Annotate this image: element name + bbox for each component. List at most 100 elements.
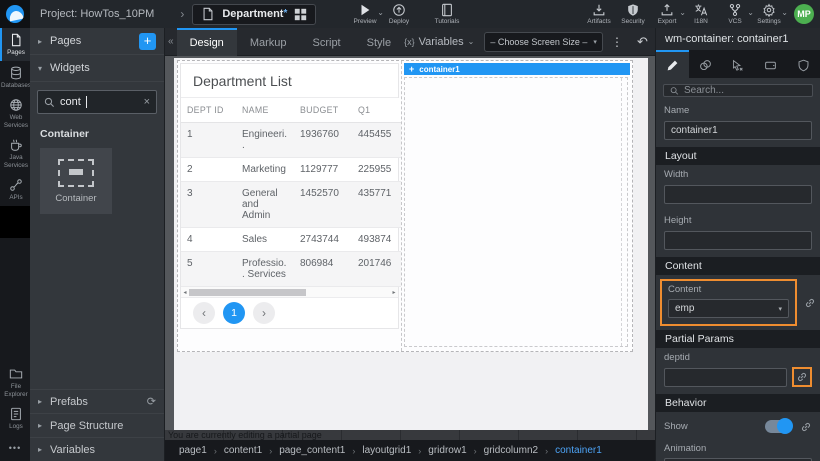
clear-search-icon[interactable]: × [144,96,150,108]
table-row[interactable]: 3 General and Admin 1452570 435771 [181,182,401,228]
settings-button[interactable]: Settings ⌄ [752,0,786,28]
play-icon [358,3,372,17]
rail-more-button[interactable]: ••• [0,435,30,461]
selected-container-header[interactable]: + container1 [404,63,630,75]
rail-item-pages[interactable]: Pages [0,28,30,61]
cell: 2 [181,158,236,182]
page-selector[interactable]: Department* [192,4,316,25]
col-header[interactable]: DEPT ID [181,98,236,123]
table-row[interactable]: 5 Professio.. Services 806984 201746 [181,252,401,287]
breadcrumb-separator: › [474,446,477,456]
cell: Marketing [236,158,294,182]
height-input[interactable] [664,231,812,250]
variables-menu-button[interactable]: {x} Variables ⌄ [404,36,474,48]
breadcrumb-item-page1[interactable]: page1 [179,445,207,456]
show-bind-link-icon[interactable] [800,421,812,433]
tab-markup[interactable]: Markup [237,28,300,56]
widget-search-input[interactable]: cont × [37,90,157,114]
cell: Engineeri.. [236,123,294,158]
name-input[interactable] [664,121,812,140]
properties-search-input[interactable] [684,85,806,96]
rail-item-file-explorer[interactable]: File Explorer [0,362,30,402]
move-handle-icon[interactable]: + [409,64,414,74]
cell: 3 [181,182,236,228]
collapse-left-panel-button[interactable]: « [165,36,177,47]
user-avatar[interactable]: MP [794,4,814,24]
deploy-button[interactable]: Deploy [382,0,416,28]
table-row[interactable]: 1 Engineeri.. 1936760 445455 [181,123,401,158]
i18n-button[interactable]: I18N [684,0,718,28]
pages-section-header[interactable]: ▸ Pages + [30,28,164,55]
tab-styles[interactable] [689,50,722,78]
section-content[interactable]: Content [656,257,820,275]
tab-design[interactable]: Design [177,28,237,56]
page-structure-section-header[interactable]: ▸ Page Structure [30,413,164,437]
layout-grid-row[interactable]: Department List DEPT ID NAME BUDGET [177,60,633,352]
rail-item-web-services[interactable]: Web Services [0,93,30,133]
content-select[interactable]: emp ▾ [668,299,789,318]
grid-column-1[interactable]: Department List DEPT ID NAME BUDGET [178,61,402,351]
deptid-bind-link-icon[interactable] [796,371,808,383]
section-layout[interactable]: Layout [656,147,820,165]
variables-section-header[interactable]: ▸ Variables [30,437,164,461]
more-options-button[interactable]: ⋮ [603,35,631,49]
rail-item-apis[interactable]: APIs [0,173,30,206]
deptid-input[interactable] [664,368,787,387]
content-bind-link-icon[interactable] [804,297,816,309]
department-table-widget[interactable]: Department List DEPT ID NAME BUDGET [180,63,399,329]
col-header[interactable]: NAME [236,98,294,123]
add-page-button[interactable]: + [139,33,156,50]
preview-button[interactable]: Preview ⌄ [348,0,382,28]
book-icon [440,3,454,17]
widgets-section-header[interactable]: ▾ Widgets [30,55,164,82]
pagination-prev-button[interactable]: ‹ [193,302,215,324]
breadcrumb-item-gridcolumn2[interactable]: gridcolumn2 [484,445,538,456]
tab-properties[interactable] [656,50,689,78]
export-button[interactable]: Export ⌄ [650,0,684,28]
tab-style[interactable]: Style [354,28,404,56]
tab-security[interactable] [787,50,820,78]
partial-page[interactable]: Department List DEPT ID NAME BUDGET [174,58,648,430]
tab-events[interactable] [722,50,755,78]
tab-devices[interactable] [754,50,787,78]
scroll-left-icon[interactable]: ◂ [181,289,189,296]
artifacts-button[interactable]: Artifacts [582,0,616,28]
undo-button[interactable]: ↶ [631,34,654,50]
vcs-button[interactable]: VCS ⌄ [718,0,752,28]
table-row[interactable]: 2 Marketing 1129777 225955 [181,158,401,182]
scrollbar-thumb[interactable] [189,289,306,296]
pagination-next-button[interactable]: › [253,302,275,324]
rail-item-databases[interactable]: Databases [0,61,30,94]
pages-grid-icon[interactable] [294,8,307,21]
properties-search[interactable] [663,84,813,97]
col-header[interactable]: Q1 [352,98,401,123]
screen-size-select[interactable]: – Choose Screen Size – ▾ [484,32,603,52]
show-toggle[interactable] [765,420,792,433]
brand-logo[interactable] [0,0,30,28]
grid-column-2[interactable]: + container1 [402,61,632,351]
section-partial-params[interactable]: Partial Params [656,330,820,348]
width-input[interactable] [664,185,812,204]
security-button[interactable]: Security [616,0,650,28]
col-header[interactable]: BUDGET [294,98,352,123]
shield-icon [626,3,640,17]
rail-item-java-services[interactable]: Java Services [0,133,30,173]
prefabs-section-header[interactable]: ▸ Prefabs ⟳ [30,389,164,413]
breadcrumb-item-container1[interactable]: container1 [555,445,602,456]
rail-item-logs[interactable]: Logs [0,402,30,435]
breadcrumb-item-gridrow1[interactable]: gridrow1 [428,445,466,456]
breadcrumb-item-layoutgrid1[interactable]: layoutgrid1 [362,445,411,456]
table-horizontal-scrollbar[interactable]: ◂ ▸ [181,287,398,298]
tutorials-button[interactable]: Tutorials [430,0,464,28]
show-field: Show [656,412,820,439]
scroll-right-icon[interactable]: ▸ [390,289,398,296]
table-row[interactable]: 4 Sales 2743744 493874 [181,228,401,252]
container1-widget[interactable] [404,77,628,347]
refresh-icon[interactable]: ⟳ [147,395,156,408]
breadcrumb-item-content1[interactable]: content1 [224,445,262,456]
pagination-page-1-button[interactable]: 1 [223,302,245,324]
breadcrumb-item-page-content1[interactable]: page_content1 [279,445,345,456]
tab-script[interactable]: Script [300,28,354,56]
section-behavior[interactable]: Behavior [656,394,820,412]
container-widget-tile[interactable]: Container [40,148,112,214]
